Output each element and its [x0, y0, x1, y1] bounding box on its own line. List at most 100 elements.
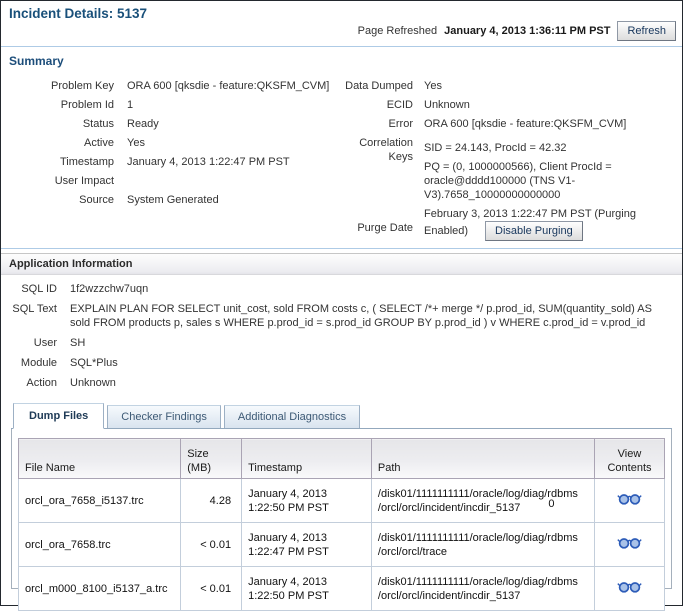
field-problem-id: Problem Id 1: [9, 98, 341, 112]
view-contents-cell: [593, 522, 666, 567]
column-header-timestamp: Timestamp: [241, 438, 372, 479]
field-sql-id: SQL ID 1f2wzzchw7uqn: [9, 282, 674, 296]
page-header: Incident Details: 5137 Page Refreshed Ja…: [1, 1, 682, 46]
timestamp-cell: January 4, 2013 1:22:50 PM PST: [241, 478, 372, 523]
field-problem-key: Problem Key ORA 600 [qksdie - feature:QK…: [9, 79, 341, 93]
timestamp-cell: January 4, 2013 1:22:50 PM PST: [241, 566, 372, 611]
page-refreshed-timestamp: January 4, 2013 1:36:11 PM PST: [444, 25, 611, 37]
path-cell: /disk01/1111111111/oracle/log/diag/rdbms…: [370, 522, 595, 567]
path-line: /orcl/orcl/incident/incdir_5137: [377, 589, 521, 602]
size-cell: < 0.01: [180, 566, 243, 611]
dump-files-panel: File Name Size (MB) Timestamp Path View …: [11, 429, 672, 611]
table-row: orcl_ora_7658.trc < 0.01 January 4, 2013…: [17, 522, 666, 567]
field-label: Active: [84, 137, 114, 149]
field-value: SID = 24.143, ProcId = 42.32 PQ = (0, 10…: [424, 136, 672, 202]
field-action: Action Unknown: [9, 376, 674, 390]
page-refreshed-label: Page Refreshed: [357, 25, 438, 37]
tab-checker-findings[interactable]: Checker Findings: [107, 405, 221, 428]
field-value: [127, 174, 341, 188]
field-value: SH: [70, 337, 86, 349]
field-value: 1f2wzzchw7uqn: [70, 283, 149, 295]
field-user-impact: User Impact: [9, 174, 341, 188]
summary-heading: Summary: [9, 54, 64, 68]
field-label: Correlation Keys: [359, 137, 413, 163]
refresh-button[interactable]: Refresh: [617, 21, 676, 41]
path-line: /orcl/orcl/incident/incdir_5137 0: [377, 497, 555, 514]
view-contents-cell: [593, 478, 666, 523]
path-line: /disk01/1111111111/oracle/log/diag/rdbms: [377, 487, 578, 500]
field-label: Status: [82, 118, 114, 130]
path-cell: /disk01/1111111111/oracle/log/diag/rdbms…: [370, 478, 595, 523]
field-label: Action: [26, 377, 57, 389]
field-value: ORA 600 [qksdie - feature:QKSFM_CVM]: [127, 80, 330, 92]
field-value: January 4, 2013 1:22:47 PM PST: [127, 156, 290, 168]
correlation-value-2: PQ = (0, 1000000566), Client ProcId = or…: [424, 161, 612, 201]
field-value: SQL*Plus: [70, 357, 118, 369]
table-header-row: File Name Size (MB) Timestamp Path View …: [17, 438, 666, 479]
field-value: Yes: [127, 137, 145, 149]
correlation-value-1: SID = 24.143, ProcId = 42.32: [424, 142, 567, 154]
field-correlation-keys: Correlation Keys SID = 24.143, ProcId = …: [341, 136, 674, 202]
field-user: User SH: [9, 336, 674, 350]
table-row: orcl_ora_7658_i5137.trc 4.28 January 4, …: [17, 478, 666, 523]
incident-details-page: { "colors": { "title": "#19507a", "secti…: [0, 0, 683, 611]
eyeglasses-icon[interactable]: [617, 492, 642, 509]
column-header-path: Path: [370, 438, 595, 479]
timestamp-cell: January 4, 2013 1:22:47 PM PST: [241, 522, 372, 567]
summary-left-column: Problem Key ORA 600 [qksdie - feature:QK…: [9, 79, 341, 212]
disable-purging-button[interactable]: Disable Purging: [485, 221, 583, 241]
page-title: Incident Details: 5137: [9, 6, 148, 21]
divider: [1, 248, 682, 249]
file-name-cell: orcl_ora_7658.trc: [17, 522, 182, 567]
application-information-section: SQL ID 1f2wzzchw7uqn SQL Text EXPLAIN PL…: [1, 275, 682, 390]
eyeglasses-icon[interactable]: [617, 580, 642, 597]
field-value: Ready: [127, 118, 159, 130]
field-value: ORA 600 [qksdie - feature:QKSFM_CVM]: [424, 118, 627, 130]
tab-region: Dump Files Checker Findings Additional D…: [11, 403, 672, 611]
view-contents-cell: [593, 566, 666, 611]
tab-dump-files[interactable]: Dump Files: [13, 403, 105, 429]
field-timestamp: Timestamp January 4, 2013 1:22:47 PM PST: [9, 155, 341, 169]
field-label: Purge Date: [357, 222, 413, 234]
field-label: Timestamp: [60, 156, 114, 168]
field-label: SQL ID: [21, 283, 57, 295]
field-label: Module: [20, 357, 57, 369]
file-name-cell: orcl_ora_7658_i5137.trc: [17, 478, 182, 523]
summary-section: Summary Problem Key ORA 600 [qksdie - fe…: [1, 47, 682, 248]
field-module: Module SQL*Plus: [9, 356, 674, 370]
field-value: February 3, 2013 1:22:47 PM PST (Purging…: [424, 207, 672, 241]
path-note: 0: [548, 497, 555, 510]
field-label: User: [33, 337, 57, 349]
column-header-view-contents: View Contents: [593, 438, 666, 479]
field-ecid: ECID Unknown: [341, 98, 674, 112]
field-status: Status Ready: [9, 117, 341, 131]
tab-bar: Dump Files Checker Findings Additional D…: [11, 403, 672, 429]
field-label: SQL Text: [12, 303, 57, 315]
column-header-size: Size (MB): [180, 438, 243, 479]
path-line: /orcl/orcl/trace: [377, 545, 447, 558]
field-source: Source System Generated: [9, 193, 341, 207]
path-line: /disk01/1111111111/oracle/log/diag/rdbms: [377, 575, 578, 588]
tab-additional-diagnostics[interactable]: Additional Diagnostics: [223, 405, 361, 428]
field-label: Error: [388, 118, 413, 130]
eyeglasses-icon[interactable]: [617, 536, 642, 553]
table-row: orcl_m000_8100_i5137_a.trc < 0.01 Januar…: [17, 566, 666, 611]
field-label: User Impact: [54, 175, 114, 187]
field-sql-text: SQL Text EXPLAIN PLAN FOR SELECT unit_co…: [9, 302, 674, 330]
field-active: Active Yes: [9, 136, 341, 150]
size-cell: < 0.01: [180, 522, 243, 567]
file-name-cell: orcl_m000_8100_i5137_a.trc: [17, 566, 182, 611]
field-data-dumped: Data Dumped Yes: [341, 79, 674, 93]
field-label: ECID: [386, 99, 413, 111]
field-value: Yes: [424, 80, 442, 92]
field-value: 1: [127, 99, 134, 111]
field-error: Error ORA 600 [qksdie - feature:QKSFM_CV…: [341, 117, 674, 131]
field-value: System Generated: [127, 194, 219, 206]
refresh-area: Page Refreshed January 4, 2013 1:36:11 P…: [358, 21, 676, 41]
column-header-file-name: File Name: [17, 438, 182, 479]
field-value: Unknown: [70, 377, 116, 389]
field-label: Source: [79, 194, 114, 206]
size-cell: 4.28: [180, 478, 243, 523]
path-cell: /disk01/1111111111/oracle/log/diag/rdbms…: [370, 566, 595, 611]
field-label: Problem Id: [60, 99, 114, 111]
